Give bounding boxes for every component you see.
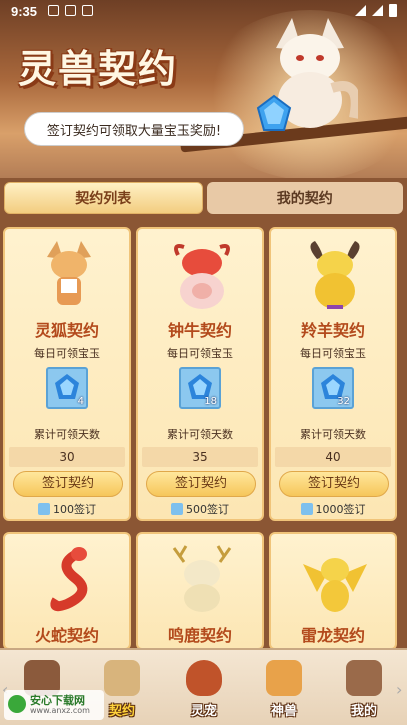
system-icons	[355, 4, 397, 17]
cost-row: 1000签订	[271, 501, 395, 517]
nav-profile[interactable]: 我的	[334, 654, 394, 720]
cost-label: 100签订	[53, 503, 96, 516]
watermark-logo-icon	[8, 695, 26, 713]
snake-pet-icon	[50, 547, 88, 612]
days-value: 30	[9, 447, 125, 467]
nav-label: 我的	[350, 704, 377, 719]
tab-contract-list[interactable]: 契约列表	[4, 182, 203, 214]
fox-pet-icon	[47, 241, 91, 305]
dragon-pet-icon	[303, 558, 367, 612]
nav-pets[interactable]: 灵宠	[174, 654, 234, 720]
gem-count: 32	[337, 396, 350, 407]
sign-contract-button[interactable]: 签订契约	[146, 471, 256, 497]
cumulative-label: 累计可领天数	[300, 428, 366, 441]
contract-card-snake[interactable]: 火蛇契约	[3, 532, 131, 650]
card-name: 羚羊契约	[300, 321, 365, 340]
contract-card-fox[interactable]: 灵狐契约 每日可领宝玉 4 累计可领天数 30 签订契约 100签订	[3, 227, 131, 521]
contract-card-deer[interactable]: 鸣鹿契约	[136, 532, 264, 650]
cost-label: 1000签订	[315, 503, 366, 516]
download-icon	[82, 5, 93, 16]
nav-label: 灵宠	[190, 704, 217, 719]
card-name: 雷龙契约	[300, 626, 365, 645]
bull-pet-icon	[174, 244, 230, 309]
daily-label: 每日可领宝玉	[34, 347, 100, 360]
tab-my-contracts[interactable]: 我的契约	[206, 182, 403, 214]
contract-card-antelope[interactable]: 羚羊契约 每日可领宝玉 32 累计可领天数 40 签订契约 1000签订	[269, 227, 397, 521]
egg-icon	[186, 660, 222, 696]
gem-reward-box: 18	[179, 367, 221, 409]
profile-icon	[346, 660, 382, 696]
card-name: 灵狐契约	[34, 321, 99, 340]
gem-count: 4	[77, 396, 84, 407]
nav-beasts[interactable]: 神兽	[254, 654, 314, 720]
image-icon	[65, 5, 76, 16]
speech-bubble: 签订契约可领取大量宝玉奖励!	[24, 112, 244, 146]
deer-pet-icon	[172, 545, 232, 612]
gem-reward-box: 32	[312, 367, 354, 409]
beast-icon	[266, 660, 302, 696]
cost-row: 100签订	[5, 501, 129, 517]
contract-card-dragon[interactable]: 雷龙契约	[269, 532, 397, 650]
nav-label: 神兽	[270, 704, 297, 719]
cost-row: 500签订	[138, 501, 262, 517]
contract-card-bull[interactable]: 钟牛契约 每日可领宝玉 18 累计可领天数 35 签订契约 500签订	[136, 227, 264, 521]
gem-icon	[256, 94, 292, 131]
status-bar: 9:35	[0, 0, 407, 24]
days-value: 35	[142, 447, 258, 467]
battery-icon	[389, 4, 397, 17]
signal-icon	[372, 5, 383, 16]
antelope-pet-icon	[310, 241, 360, 309]
card-name: 鸣鹿契约	[167, 626, 232, 645]
tab-bar: 契约列表 我的契约	[4, 182, 403, 216]
gem-count: 18	[204, 396, 217, 407]
banner: 灵兽契约 签订契约可领取大量宝玉奖励!	[0, 0, 407, 178]
watermark: 安心下载网 www.anxz.com	[4, 690, 104, 720]
days-value: 40	[275, 447, 391, 467]
status-time: 9:35	[11, 4, 38, 19]
watermark-url: www.anxz.com	[30, 706, 90, 715]
scroll-icon	[104, 660, 140, 696]
cumulative-label: 累计可领天数	[34, 428, 100, 441]
sign-contract-button[interactable]: 签订契约	[13, 471, 123, 497]
notification-icons	[48, 5, 93, 16]
gem-reward-box: 4	[46, 367, 88, 409]
cumulative-label: 累计可领天数	[167, 428, 233, 441]
notification-icon	[48, 5, 59, 16]
gem-icon	[171, 503, 183, 515]
card-name: 火蛇契约	[34, 626, 99, 645]
gem-icon	[38, 503, 50, 515]
card-name: 钟牛契约	[167, 321, 232, 340]
scroll-right-icon[interactable]: ›	[396, 680, 404, 699]
daily-label: 每日可领宝玉	[167, 347, 233, 360]
wifi-icon	[355, 5, 366, 16]
sign-contract-button[interactable]: 签订契约	[279, 471, 389, 497]
cost-label: 500签订	[186, 503, 229, 516]
gem-icon	[300, 503, 313, 515]
daily-label: 每日可领宝玉	[300, 347, 366, 360]
page-title: 灵兽契约	[18, 46, 179, 91]
